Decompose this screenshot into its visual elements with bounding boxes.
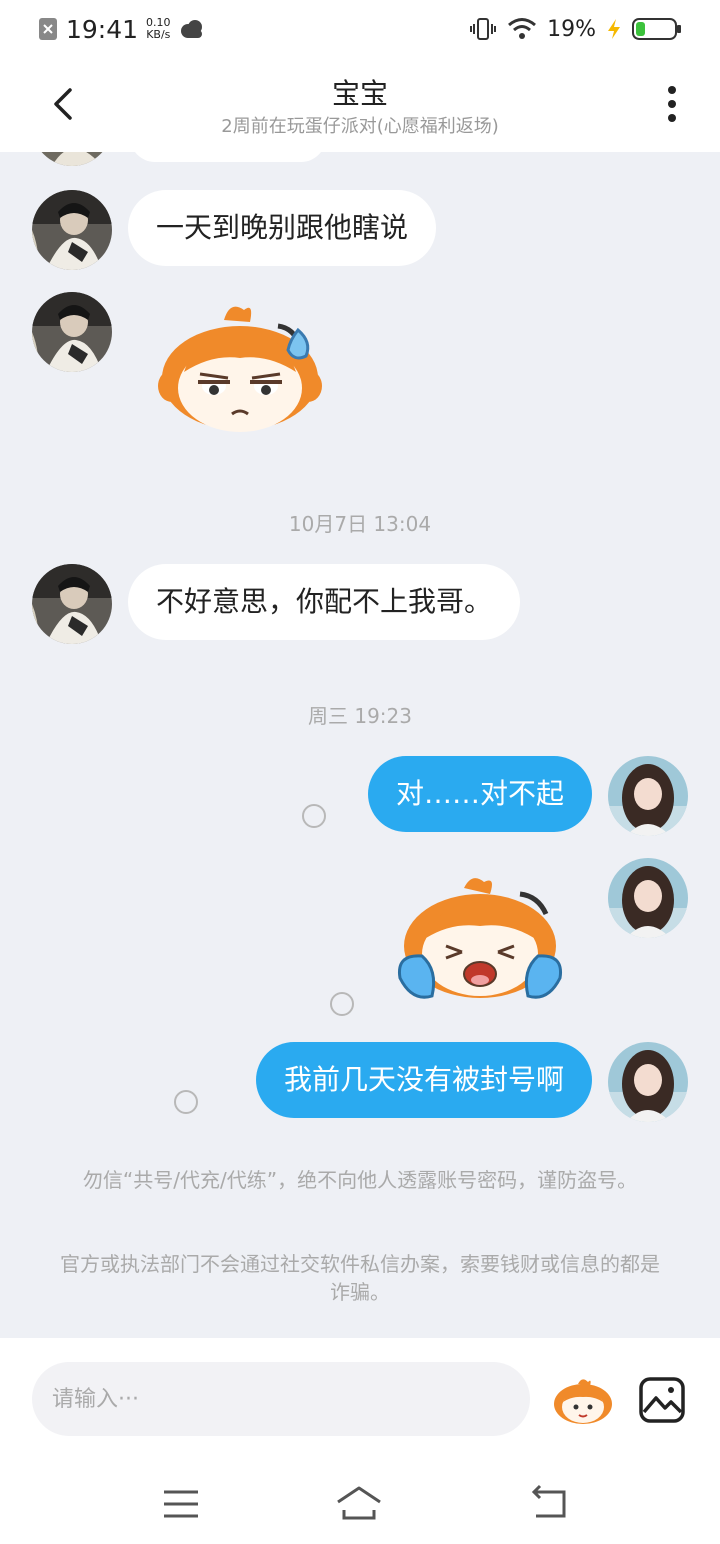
user-avatar[interactable] xyxy=(608,756,688,836)
home-icon[interactable] xyxy=(334,1484,384,1524)
boy-portrait-image xyxy=(32,292,112,372)
status-bar: 19:41 0.10 KB/s 19% xyxy=(0,0,720,58)
user-avatar[interactable] xyxy=(608,858,688,938)
message-bubble-outgoing[interactable]: 对……对不起 xyxy=(367,756,592,832)
input-bar xyxy=(0,1338,720,1544)
boy-portrait-image xyxy=(32,190,112,270)
read-status-circle xyxy=(174,1090,198,1114)
boy-portrait-image xyxy=(32,152,112,166)
read-status-circle xyxy=(302,804,326,828)
message-bubble[interactable]: 不好意思，你配不上我哥。 xyxy=(128,564,521,640)
charging-icon xyxy=(608,19,620,39)
chat-messages[interactable]: 一天到晚别跟他瞎说 10月7日 13:04 不好意思，你配不上我哥。 周三 19… xyxy=(0,152,720,1338)
crying-eggy-sticker[interactable] xyxy=(392,874,568,1004)
vibrate-icon xyxy=(470,18,497,40)
status-left: 19:41 0.10 KB/s xyxy=(38,12,205,46)
contact-avatar[interactable] xyxy=(32,152,112,166)
chat-subtitle: 2周前在玩蛋仔派对(心愿福利返场) xyxy=(221,116,499,137)
message-bubble-outgoing[interactable]: 我前几天没有被封号啊 xyxy=(255,1042,592,1118)
message-bubble[interactable]: 一天到晚别跟他瞎说 xyxy=(128,190,437,266)
fraud-notice: 官方或执法部门不会通过社交软件私信办案，索要钱财或信息的都是诈骗。 xyxy=(60,1252,660,1304)
girl-portrait-image xyxy=(608,1042,688,1122)
contact-avatar[interactable] xyxy=(32,292,112,372)
girl-portrait-image xyxy=(608,858,688,938)
menu-icon[interactable] xyxy=(156,1484,206,1524)
contact-avatar[interactable] xyxy=(32,564,112,644)
safety-notice: 勿信“共号/代充/代练”，绝不向他人透露账号密码，谨防盗号。 xyxy=(82,1168,638,1192)
read-status-circle xyxy=(330,992,354,1016)
message-input[interactable] xyxy=(32,1362,530,1436)
network-speed-unit: KB/s xyxy=(146,28,171,41)
battery-percent: 19% xyxy=(547,16,596,42)
user-avatar[interactable] xyxy=(608,1042,688,1122)
back-icon[interactable] xyxy=(524,1484,574,1524)
wifi-icon xyxy=(508,18,537,39)
eggy-emoji-icon[interactable] xyxy=(552,1374,614,1426)
network-speed: 0.10 KB/s xyxy=(146,17,171,41)
notification-closed-icon xyxy=(39,18,57,40)
timestamp: 周三 19:23 xyxy=(308,704,412,728)
chat-title: 宝宝 xyxy=(331,77,388,110)
chat-header: 宝宝 2周前在玩蛋仔派对(心愿福利返场) xyxy=(0,58,720,152)
contact-avatar[interactable] xyxy=(32,190,112,270)
timestamp: 10月7日 13:04 xyxy=(288,512,432,536)
status-time: 19:41 xyxy=(66,14,139,44)
battery-icon xyxy=(632,18,681,40)
image-icon[interactable] xyxy=(638,1376,686,1424)
more-vertical-icon[interactable] xyxy=(652,82,692,126)
cloud-icon xyxy=(180,20,202,38)
grumpy-eggy-sticker[interactable] xyxy=(158,300,322,434)
boy-portrait-image xyxy=(32,564,112,644)
girl-portrait-image xyxy=(608,756,688,836)
partial-message-bubble[interactable] xyxy=(130,152,326,162)
status-right: 19% xyxy=(469,12,682,46)
